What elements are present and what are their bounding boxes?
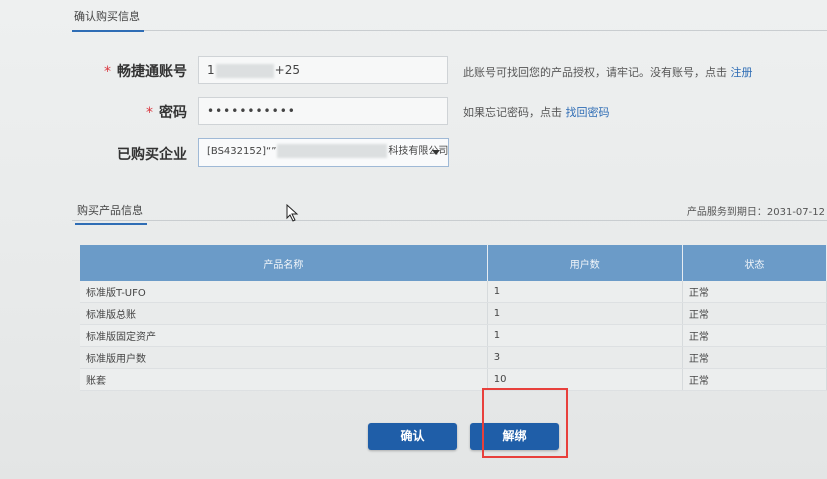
account-input[interactable]: 1 +25 <box>198 56 448 84</box>
masked-text <box>215 63 274 78</box>
company-value-prefix: [BS432152]“” <box>207 146 277 157</box>
account-label: * 畅捷通账号 <box>104 64 187 80</box>
cell-product-name: 标准版总账 <box>80 302 488 325</box>
chevron-down-icon <box>432 150 440 155</box>
cell-status: 正常 <box>682 281 827 303</box>
required-mark: * <box>104 64 111 80</box>
cell-product-name: 标准版用户数 <box>80 346 488 369</box>
cell-user-count: 1 <box>487 324 683 347</box>
product-table: 产品名称 用户数 状态 标准版T-UFO 1 正常 标准版总账 1 正常 标准版… <box>80 245 827 391</box>
password-hint: 如果忘记密码，点击 找回密码 <box>463 106 610 119</box>
recover-password-link[interactable]: 找回密码 <box>566 106 610 119</box>
column-header-product-name: 产品名称 <box>80 245 488 281</box>
cell-user-count: 1 <box>487 281 683 303</box>
cell-status: 正常 <box>682 302 827 325</box>
service-expiry-date: 产品服务到期日：2031-07-12 <box>686 207 825 218</box>
page: 确认购买信息 * 畅捷通账号 1 +25 此账号可找回您的产品授权，请牢记。没有账号… <box>0 0 827 479</box>
cell-product-name: 账套 <box>80 368 488 391</box>
account-value-suffix: +25 <box>274 63 300 77</box>
password-input[interactable]: ••••••••••• <box>198 97 448 125</box>
table-row: 标准版固定资产 1 正常 <box>80 324 827 347</box>
table-row: 账套 10 正常 <box>80 368 827 391</box>
cell-status: 正常 <box>682 346 827 369</box>
cell-user-count: 1 <box>487 302 683 325</box>
purchased-products-section-header: 购买产品信息 产品服务到期日：2031-07-12 <box>72 200 827 225</box>
required-mark: * <box>146 105 153 121</box>
company-select[interactable]: [BS432152]“” 科技有限公司 <box>198 138 449 167</box>
account-hint: 此账号可找回您的产品授权，请牢记。没有账号，点击 注册 <box>463 66 753 79</box>
confirm-purchase-tab: 确认购买信息 <box>72 8 144 32</box>
mouse-cursor-icon <box>286 204 299 222</box>
cell-product-name: 标准版固定资产 <box>80 324 488 347</box>
password-row: * 密码 <box>0 97 187 127</box>
cell-status: 正常 <box>682 368 827 391</box>
company-label: 已购买企业 <box>117 147 187 163</box>
table-row: 标准版T-UFO 1 正常 <box>80 281 827 303</box>
table-row: 标准版用户数 3 正常 <box>80 346 827 369</box>
table-header-row: 产品名称 用户数 状态 <box>80 245 827 281</box>
account-value-prefix: 1 <box>207 63 215 77</box>
purchased-products-tab: 购买产品信息 <box>75 202 147 225</box>
cell-status: 正常 <box>682 324 827 347</box>
register-link[interactable]: 注册 <box>731 66 753 79</box>
masked-text <box>277 144 388 158</box>
column-header-user-count: 用户数 <box>487 245 683 281</box>
account-row: * 畅捷通账号 <box>0 56 187 86</box>
password-label: * 密码 <box>146 105 187 121</box>
confirm-button[interactable]: 确认 <box>368 423 457 450</box>
highlight-annotation-box <box>482 388 568 458</box>
column-header-status: 状态 <box>682 245 827 281</box>
cell-product-name: 标准版T-UFO <box>80 281 488 303</box>
confirm-purchase-section-header: 确认购买信息 <box>72 0 827 32</box>
table-row: 标准版总账 1 正常 <box>80 302 827 325</box>
cell-user-count: 3 <box>487 346 683 369</box>
company-row: 已购买企业 <box>0 138 187 168</box>
